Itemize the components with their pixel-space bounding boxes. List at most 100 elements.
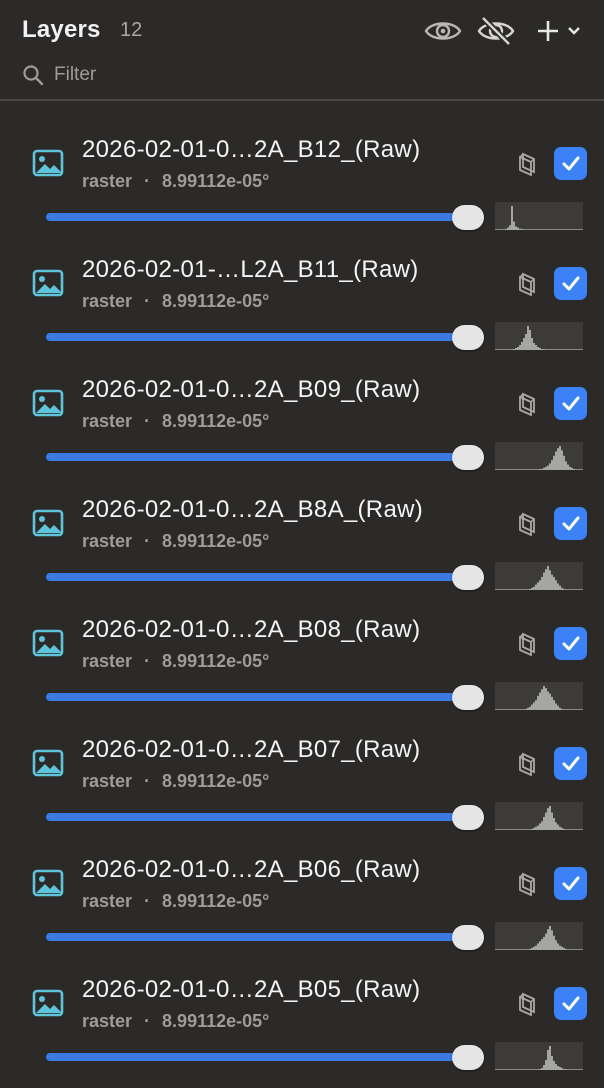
layer-row[interactable]: 2026-02-01-…L2A_B11_(Raw) raster · 8.99112… — [0, 221, 604, 350]
histogram-thumbnail — [495, 1042, 583, 1070]
layer-resolution: 8.99112e-05° — [162, 411, 270, 431]
eye-icon — [424, 22, 462, 40]
layer-row[interactable]: 2026-02-01-0…2A_B05_(Raw) raster · 8.99112… — [0, 941, 604, 1070]
meta-separator: · — [144, 891, 151, 911]
layer-type: raster — [82, 771, 133, 791]
layer-name: 2026-02-01-0…2A_B06_(Raw) — [82, 856, 421, 883]
opacity-slider[interactable] — [46, 1042, 484, 1072]
layer-row[interactable]: 2026-02-01-0…2A_B09_(Raw) raster · 8.99112… — [0, 341, 604, 470]
meta-separator: · — [144, 411, 151, 431]
layer-visibility-checkbox[interactable] — [554, 147, 587, 180]
layer-visibility-checkbox[interactable] — [554, 267, 587, 300]
opacity-slider-track — [46, 213, 484, 221]
raster-image-icon — [32, 509, 64, 537]
layer-type: raster — [82, 291, 133, 311]
layer-stack-icon[interactable] — [514, 511, 540, 537]
opacity-slider-thumb[interactable] — [452, 1045, 484, 1070]
layer-meta: raster · 8.99112e-05° — [82, 891, 269, 912]
raster-image-icon — [32, 749, 64, 777]
raster-image-icon — [32, 629, 64, 657]
raster-image-icon — [32, 389, 64, 417]
meta-separator: · — [144, 771, 151, 791]
layer-meta: raster · 8.99112e-05° — [82, 651, 269, 672]
filter-field[interactable]: Filter — [22, 62, 96, 88]
layer-name: 2026-02-01-0…2A_B09_(Raw) — [82, 376, 421, 403]
meta-separator: · — [144, 651, 151, 671]
hide-all-button[interactable] — [474, 14, 518, 48]
layer-row[interactable]: 2026-02-01-0…2A_B06_(Raw) raster · 8.99112… — [0, 821, 604, 950]
layer-type: raster — [82, 531, 133, 551]
layer-stack-icon[interactable] — [514, 991, 540, 1017]
layer-name: 2026-02-01-0…2A_B8A_(Raw) — [82, 496, 424, 523]
layer-visibility-checkbox[interactable] — [554, 867, 587, 900]
opacity-slider-track — [46, 933, 484, 941]
layer-name: 2026-02-01-0…2A_B07_(Raw) — [82, 736, 421, 763]
opacity-slider-track — [46, 333, 484, 341]
filter-placeholder: Filter — [54, 64, 97, 85]
layer-visibility-checkbox[interactable] — [554, 387, 587, 420]
layer-type: raster — [82, 651, 133, 671]
layer-count: 12 — [120, 19, 143, 41]
layer-meta: raster · 8.99112e-05° — [82, 771, 269, 792]
histogram-bar — [553, 1061, 555, 1070]
checkmark-icon — [562, 156, 579, 170]
layer-stack-icon[interactable] — [514, 871, 540, 897]
layer-list: 2026-02-01-0…2A_B12_(Raw) raster · 8.99112… — [0, 101, 604, 1070]
meta-separator: · — [144, 291, 151, 311]
histogram-bar — [547, 1050, 549, 1070]
add-layer-button[interactable] — [532, 14, 586, 48]
histogram-bar — [549, 1046, 551, 1070]
layer-row[interactable]: 2026-02-01-0…2A_B8A_(Raw) raster · 8.99112… — [0, 461, 604, 590]
checkmark-icon — [562, 996, 579, 1010]
layer-resolution: 8.99112e-05° — [162, 531, 270, 551]
layer-resolution: 8.99112e-05° — [162, 771, 270, 791]
search-icon — [23, 65, 44, 86]
layer-stack-icon[interactable] — [514, 271, 540, 297]
panel-title: Layers — [22, 16, 101, 43]
layer-resolution: 8.99112e-05° — [162, 171, 270, 191]
layer-name: 2026-02-01-…L2A_B11_(Raw) — [82, 256, 419, 283]
layer-name: 2026-02-01-0…2A_B08_(Raw) — [82, 616, 421, 643]
layer-type: raster — [82, 411, 133, 431]
histogram-bar — [551, 1056, 553, 1070]
layer-meta: raster · 8.99112e-05° — [82, 1011, 269, 1032]
eye-off-icon — [477, 16, 515, 46]
layer-type: raster — [82, 171, 133, 191]
raster-image-icon — [32, 149, 64, 177]
layer-row[interactable]: 2026-02-01-0…2A_B08_(Raw) raster · 8.99112… — [0, 581, 604, 710]
checkmark-icon — [562, 756, 579, 770]
layer-visibility-checkbox[interactable] — [554, 747, 587, 780]
histogram-bar — [545, 1060, 547, 1070]
checkmark-icon — [562, 516, 579, 530]
histogram-bar — [555, 1064, 557, 1070]
layer-resolution: 8.99112e-05° — [162, 1011, 270, 1031]
chevron-down-icon — [568, 27, 580, 35]
checkmark-icon — [562, 396, 579, 410]
layer-meta: raster · 8.99112e-05° — [82, 411, 269, 432]
checkmark-icon — [562, 876, 579, 890]
layer-stack-icon[interactable] — [514, 751, 540, 777]
layer-visibility-checkbox[interactable] — [554, 627, 587, 660]
opacity-slider-track — [46, 453, 484, 461]
opacity-slider-track — [46, 1053, 484, 1061]
layer-type: raster — [82, 891, 133, 911]
raster-image-icon — [32, 269, 64, 297]
layer-stack-icon[interactable] — [514, 151, 540, 177]
show-all-button[interactable] — [422, 14, 464, 48]
opacity-slider-track — [46, 573, 484, 581]
layer-row[interactable]: 2026-02-01-0…2A_B12_(Raw) raster · 8.99112… — [0, 101, 604, 230]
raster-image-icon — [32, 989, 64, 1017]
meta-separator: · — [144, 1011, 151, 1031]
layer-resolution: 8.99112e-05° — [162, 651, 270, 671]
layer-meta: raster · 8.99112e-05° — [82, 291, 269, 312]
layer-stack-icon[interactable] — [514, 631, 540, 657]
layer-name: 2026-02-01-0…2A_B05_(Raw) — [82, 976, 421, 1003]
layer-stack-icon[interactable] — [514, 391, 540, 417]
layer-resolution: 8.99112e-05° — [162, 291, 270, 311]
layer-row[interactable]: 2026-02-01-0…2A_B07_(Raw) raster · 8.99112… — [0, 701, 604, 830]
raster-image-icon — [32, 869, 64, 897]
opacity-slider-track — [46, 693, 484, 701]
plus-icon — [538, 21, 558, 41]
layer-visibility-checkbox[interactable] — [554, 987, 587, 1020]
layer-visibility-checkbox[interactable] — [554, 507, 587, 540]
